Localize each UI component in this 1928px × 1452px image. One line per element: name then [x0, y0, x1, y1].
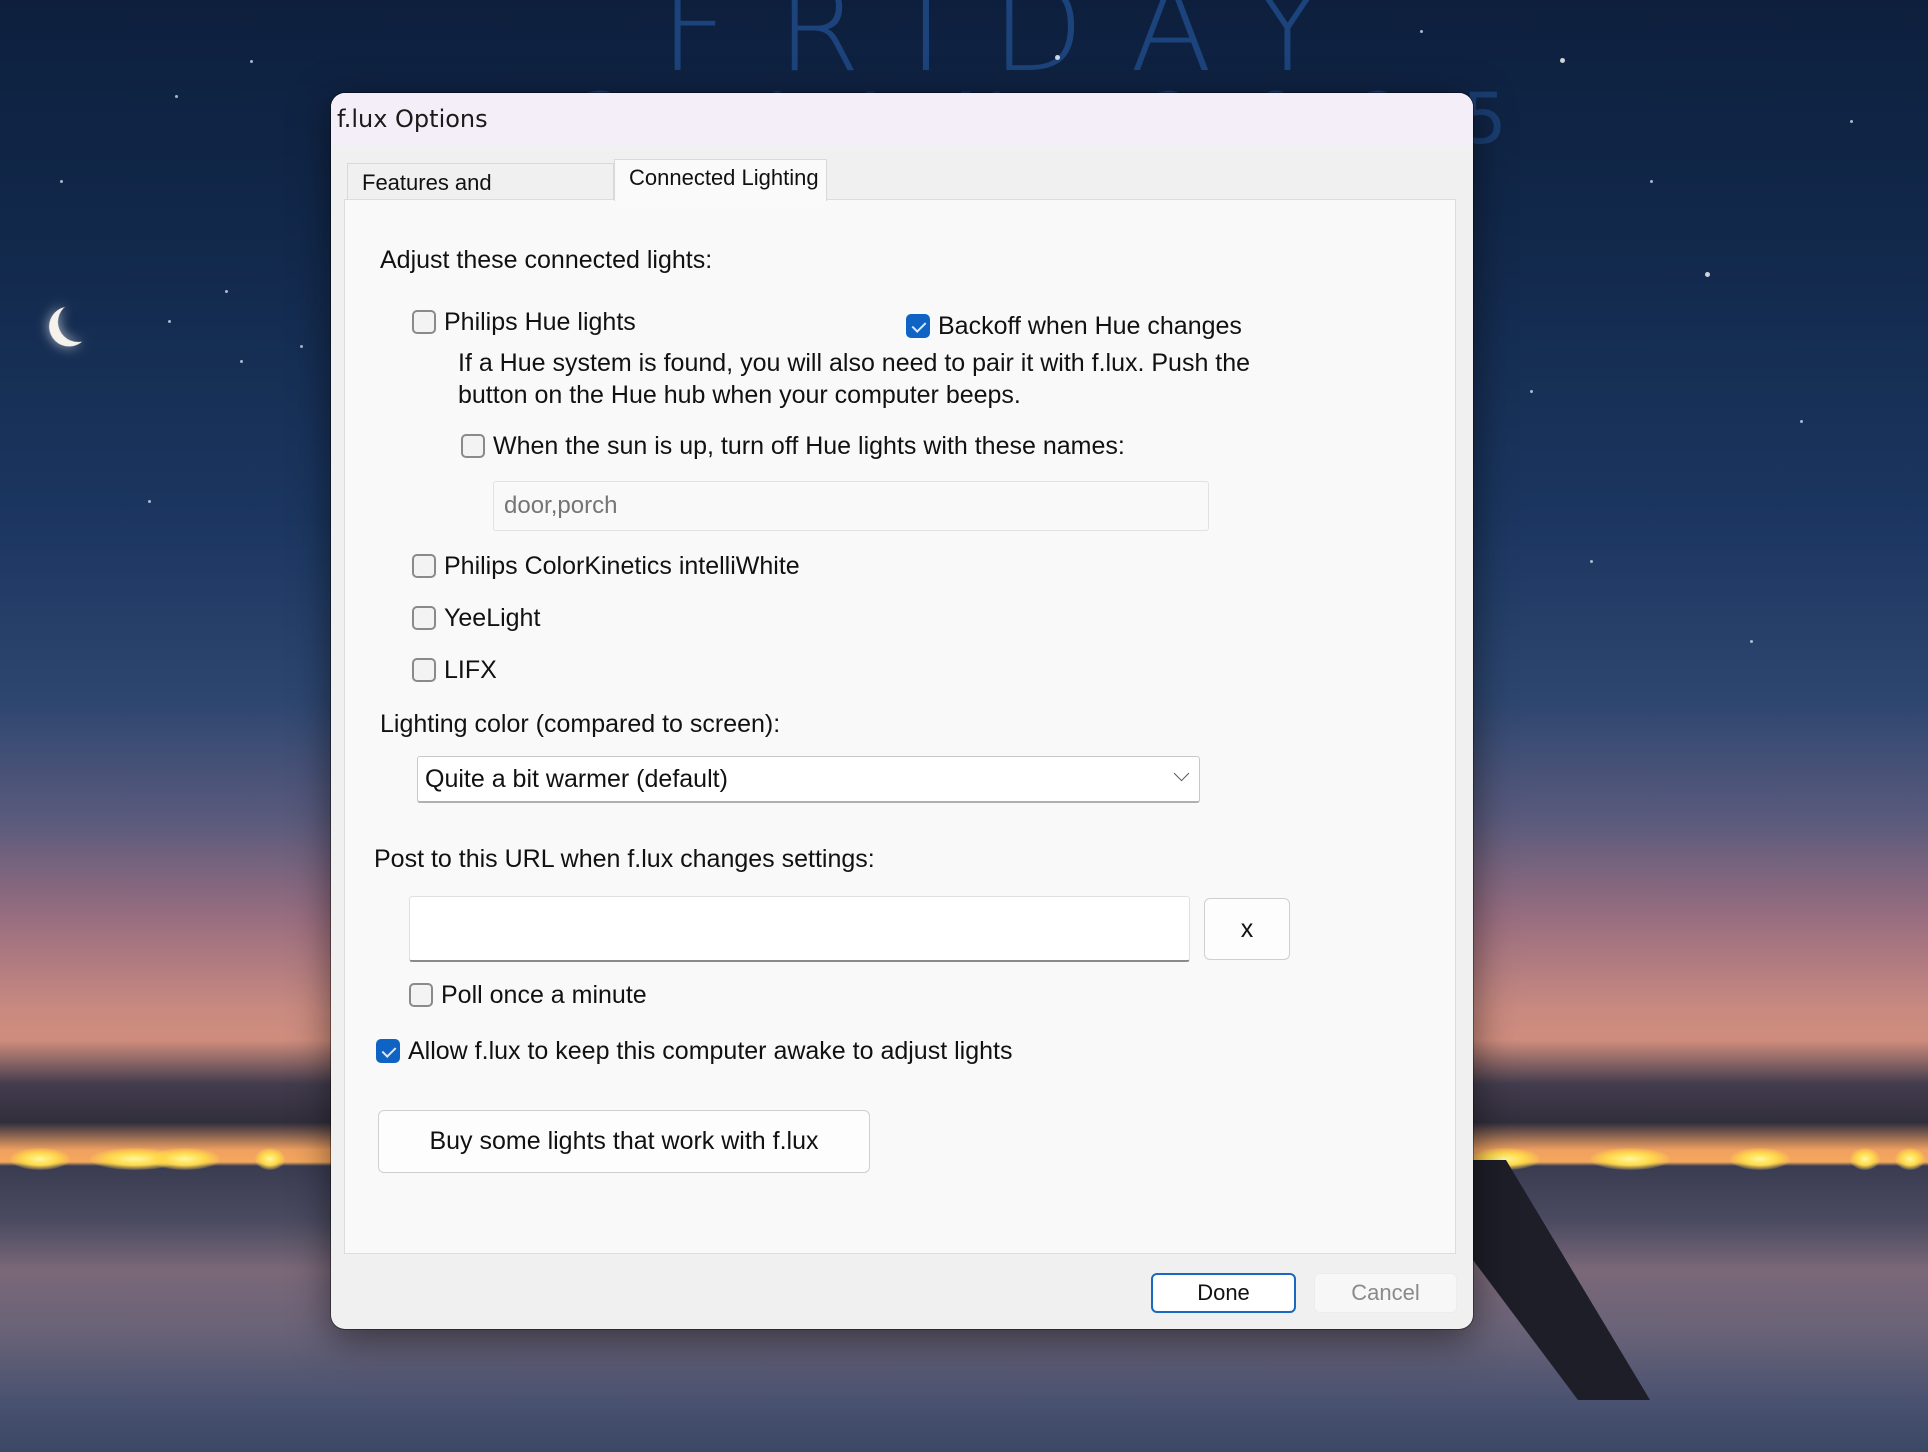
- star-icon: [1560, 58, 1565, 63]
- star-icon: [1590, 560, 1593, 563]
- hue-info-line-2: button on the Hue hub when your computer…: [458, 381, 1021, 409]
- sun-off-label[interactable]: When the sun is up, turn off Hue lights …: [493, 432, 1125, 461]
- star-icon: [148, 500, 151, 503]
- post-url-input[interactable]: [409, 896, 1190, 962]
- keep-awake-label[interactable]: Allow f.lux to keep this computer awake …: [408, 1037, 1012, 1066]
- flux-options-dialog: f.lux Options Features and Notifications…: [331, 93, 1473, 1329]
- horizon-light: [150, 1148, 220, 1170]
- poll-checkbox[interactable]: [409, 983, 433, 1007]
- horizon-light: [1895, 1148, 1925, 1170]
- star-icon: [1750, 640, 1753, 643]
- connected-lighting-panel: Adjust these connected lights: Philips H…: [344, 199, 1456, 1254]
- clear-url-button[interactable]: x: [1204, 898, 1290, 960]
- backoff-checkbox[interactable]: [906, 314, 930, 338]
- title-bar[interactable]: f.lux Options: [331, 93, 1473, 145]
- horizon-light: [1850, 1148, 1880, 1170]
- backoff-label[interactable]: Backoff when Hue changes: [938, 312, 1242, 341]
- horizon-light: [255, 1148, 285, 1170]
- post-url-label: Post to this URL when f.lux changes sett…: [374, 845, 875, 873]
- lifx-label[interactable]: LIFX: [444, 656, 497, 685]
- lighting-color-label: Lighting color (compared to screen):: [380, 710, 781, 738]
- hue-names-input[interactable]: [493, 481, 1209, 531]
- tab-features-and-notifications[interactable]: Features and Notifications: [347, 163, 614, 233]
- star-icon: [168, 320, 171, 323]
- yeelight-label[interactable]: YeeLight: [444, 604, 540, 633]
- keep-awake-checkbox[interactable]: [376, 1039, 400, 1063]
- star-icon: [60, 180, 63, 183]
- star-icon: [1650, 180, 1653, 183]
- sun-off-checkbox[interactable]: [461, 434, 485, 458]
- horizon-light: [1730, 1148, 1790, 1170]
- star-icon: [1800, 420, 1803, 423]
- tab-connected-lighting[interactable]: Connected Lighting: [614, 159, 827, 201]
- cancel-button[interactable]: Cancel: [1314, 1273, 1457, 1313]
- star-icon: [1850, 120, 1853, 123]
- star-icon: [250, 60, 253, 63]
- star-icon: [1530, 390, 1533, 393]
- lighting-color-selected: Quite a bit warmer (default): [425, 765, 728, 793]
- window-title: f.lux Options: [337, 105, 488, 133]
- horizon-light: [90, 1148, 180, 1170]
- star-icon: [1055, 55, 1060, 60]
- horizon-light: [1590, 1148, 1670, 1170]
- philips-hue-checkbox[interactable]: [412, 310, 436, 334]
- yeelight-checkbox[interactable]: [412, 606, 436, 630]
- shipwreck-silhouette: [1470, 1160, 1650, 1400]
- moon-icon: [55, 299, 101, 345]
- color-kinetics-label[interactable]: Philips ColorKinetics intelliWhite: [444, 552, 800, 581]
- horizon-light: [10, 1148, 70, 1170]
- star-icon: [240, 360, 243, 363]
- star-icon: [225, 290, 228, 293]
- star-icon: [175, 95, 178, 98]
- section-heading: Adjust these connected lights:: [380, 246, 713, 274]
- philips-hue-label[interactable]: Philips Hue lights: [444, 308, 636, 337]
- done-button[interactable]: Done: [1151, 1273, 1296, 1313]
- horizon-light: [1470, 1148, 1540, 1170]
- lighting-color-select[interactable]: Quite a bit warmer (default): [417, 756, 1200, 803]
- star-icon: [300, 345, 303, 348]
- buy-lights-button[interactable]: Buy some lights that work with f.lux: [378, 1110, 870, 1173]
- star-icon: [1705, 272, 1710, 277]
- wallpaper-day-text: FRIDAY: [660, 0, 1373, 99]
- poll-label[interactable]: Poll once a minute: [441, 981, 647, 1010]
- star-icon: [1420, 30, 1423, 33]
- chevron-down-icon: [1173, 765, 1190, 782]
- hue-info-line-1: If a Hue system is found, you will also …: [458, 349, 1251, 377]
- lifx-checkbox[interactable]: [412, 658, 436, 682]
- color-kinetics-checkbox[interactable]: [412, 554, 436, 578]
